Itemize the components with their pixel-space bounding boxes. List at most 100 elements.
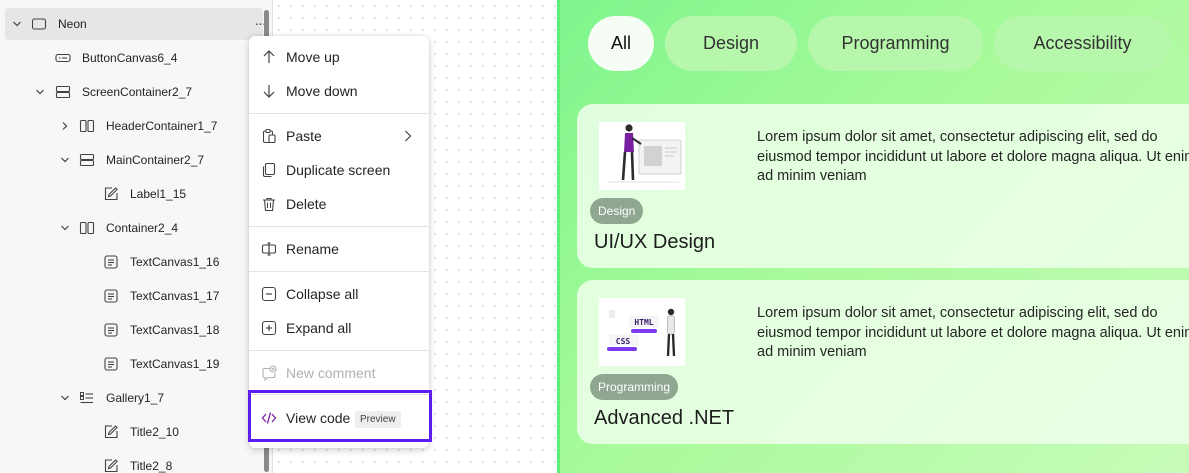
tree-item-label: HeaderContainer1_7: [106, 119, 218, 133]
gallery-icon: [79, 390, 95, 406]
tree-item-gallery[interactable]: Gallery1_7: [5, 382, 263, 414]
chevron-down-icon[interactable]: [60, 223, 70, 233]
rename-icon: [261, 241, 277, 257]
tree-item-title2-10[interactable]: Title2_10: [5, 416, 263, 448]
design-illustration-icon: [599, 122, 685, 190]
tree-item-label: TextCanvas1_19: [130, 357, 220, 371]
menu-divider: [249, 226, 429, 227]
tree-item-label: ScreenContainer2_7: [82, 85, 193, 99]
menu-item-move-up[interactable]: Move up: [249, 42, 429, 72]
tree-item-label: Neon: [58, 17, 87, 31]
menu-item-label: New comment: [286, 365, 376, 381]
menu-item-collapse-all[interactable]: Collapse all: [249, 279, 429, 309]
context-menu: Move up Move down Paste Duplicate screen…: [249, 36, 429, 448]
menu-item-duplicate-screen[interactable]: Duplicate screen: [249, 155, 429, 185]
vertical-container-icon: [55, 84, 71, 100]
text-icon: [103, 322, 119, 338]
tree-item-label: TextCanvas1_17: [130, 289, 220, 303]
menu-item-label: Paste: [286, 128, 322, 144]
css-tag-text: CSS: [616, 337, 631, 346]
tree-item-label: Title2_8: [130, 459, 173, 473]
label-edit-icon: [103, 424, 119, 440]
course-card[interactable]: Design UI/UX Design Lorem ipsum dolor si…: [577, 104, 1189, 268]
arrow-down-icon: [261, 83, 277, 99]
menu-item-label: Delete: [286, 196, 327, 212]
tree-item-label: Label1_15: [130, 187, 187, 201]
chevron-down-icon[interactable]: [60, 393, 70, 403]
chevron-right-icon: [405, 130, 412, 142]
tree-item-buttoncanvas[interactable]: ButtonCanvas6_4: [5, 42, 263, 74]
neon-screen-preview[interactable]: All Design Programming Accessibility Des…: [560, 0, 1189, 473]
filter-chip-accessibility[interactable]: Accessibility: [994, 16, 1171, 71]
chevron-right-icon[interactable]: [60, 121, 70, 131]
card-description: Lorem ipsum dolor sit amet, consectetur …: [757, 305, 1189, 360]
menu-item-rename[interactable]: Rename: [249, 234, 429, 264]
button-icon: [55, 50, 71, 66]
tree-item-textcanvas-17[interactable]: TextCanvas1_17: [5, 280, 263, 312]
horizontal-container-icon: [79, 220, 95, 236]
menu-item-label: Move down: [286, 83, 358, 99]
category-badge: Design: [590, 198, 644, 224]
tree-item-label: Container2_4: [106, 221, 179, 235]
tree-item-neon[interactable]: Neon ···: [5, 8, 267, 40]
expand-icon: [261, 320, 277, 336]
tree-item-textcanvas-19[interactable]: TextCanvas1_19: [5, 348, 263, 380]
menu-divider: [249, 271, 429, 272]
arrow-up-icon: [261, 49, 277, 65]
menu-item-paste[interactable]: Paste: [249, 121, 429, 151]
tree-item-screencontainer[interactable]: ScreenContainer2_7: [5, 76, 263, 108]
label-edit-icon: [103, 186, 119, 202]
menu-item-expand-all[interactable]: Expand all: [249, 313, 429, 343]
text-icon: [103, 288, 119, 304]
label-edit-icon: [103, 458, 119, 473]
menu-item-label: Collapse all: [286, 286, 359, 302]
html-tag-text: HTML: [634, 318, 653, 327]
card-title: UI/UX Design: [594, 231, 716, 253]
menu-item-label: Duplicate screen: [286, 162, 391, 178]
clipboard-icon: [261, 128, 277, 144]
chevron-down-icon[interactable]: [35, 87, 45, 97]
tree-item-label: Title2_10: [130, 425, 179, 439]
tree-item-textcanvas-18[interactable]: TextCanvas1_18: [5, 314, 263, 346]
filter-chip-programming[interactable]: Programming: [808, 16, 983, 71]
collapse-icon: [261, 286, 277, 302]
tree-item-title2-8[interactable]: Title2_8: [5, 450, 263, 473]
tree-item-label1[interactable]: Label1_15: [5, 178, 263, 210]
menu-divider: [249, 113, 429, 114]
menu-item-label: Move up: [286, 49, 340, 65]
trash-icon: [261, 196, 277, 212]
tree-item-textcanvas-16[interactable]: TextCanvas1_16: [5, 246, 263, 278]
tree-item-label: Gallery1_7: [106, 391, 165, 405]
category-badge: Programming: [590, 374, 679, 400]
filter-chip-design[interactable]: Design: [665, 16, 797, 71]
horizontal-container-icon: [79, 118, 95, 134]
screen-icon: [31, 16, 47, 32]
menu-item-move-down[interactable]: Move down: [249, 76, 429, 106]
tree-item-maincontainer[interactable]: MainContainer2_7: [5, 144, 263, 176]
tree-item-label: ButtonCanvas6_4: [82, 51, 178, 65]
tree-item-label: TextCanvas1_16: [130, 255, 220, 269]
course-card[interactable]: HTML CSS Programming Advanced .NET Lorem…: [577, 280, 1189, 444]
tree-item-label: TextCanvas1_18: [130, 323, 220, 337]
menu-item-delete[interactable]: Delete: [249, 189, 429, 219]
menu-item-label: Expand all: [286, 320, 352, 336]
card-title: Advanced .NET: [594, 407, 735, 429]
chevron-down-icon[interactable]: [12, 19, 22, 29]
tree-item-headercontainer[interactable]: HeaderContainer1_7: [5, 110, 263, 142]
tree-item-label: MainContainer2_7: [106, 153, 205, 167]
comment-add-icon: [261, 365, 277, 381]
tree-view-panel: Neon ··· ButtonCanvas6_4 ScreenContainer…: [0, 0, 272, 473]
vertical-container-icon: [79, 152, 95, 168]
copy-icon: [261, 162, 277, 178]
text-icon: [103, 254, 119, 270]
menu-item-label: Rename: [286, 241, 339, 257]
menu-item-new-comment[interactable]: New comment: [249, 358, 429, 388]
programming-illustration-icon: HTML CSS: [599, 298, 685, 366]
text-icon: [103, 356, 119, 372]
filter-chip-all[interactable]: All: [588, 16, 654, 71]
menu-divider: [249, 350, 429, 351]
card-description: Lorem ipsum dolor sit amet, consectetur …: [757, 129, 1189, 184]
view-code-highlight: [248, 390, 432, 442]
chevron-down-icon[interactable]: [60, 155, 70, 165]
tree-item-container2[interactable]: Container2_4: [5, 212, 263, 244]
